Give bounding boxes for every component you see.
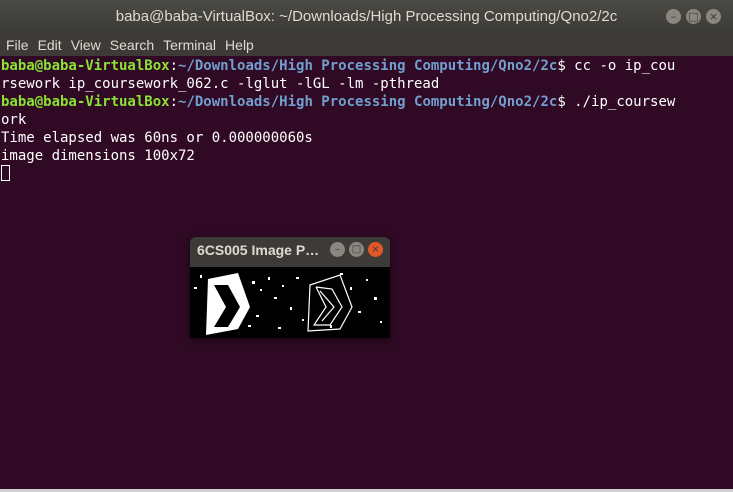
close-icon[interactable]: ×: [706, 9, 721, 24]
command-text: cc -o ip_cou: [574, 58, 676, 74]
text-cursor: [1, 165, 10, 181]
window-title: baba@baba-VirtualBox: ~/Downloads/High P…: [115, 8, 618, 25]
command-text: ./ip_coursew: [574, 94, 676, 110]
image-window[interactable]: 6CS005 Image P… – □ ×: [190, 237, 390, 338]
output-time: Time elapsed was 60ns or 0.000000060s: [1, 130, 313, 146]
command-line-1: baba@baba-VirtualBox:~/Downloads/High Pr…: [1, 58, 676, 74]
prompt-path: ~/Downloads/High Processing Computing/Qn…: [178, 94, 558, 110]
menu-help[interactable]: Help: [225, 34, 254, 56]
command-line-2-wrap: ork: [1, 112, 27, 128]
maximize-icon[interactable]: □: [349, 242, 364, 257]
menu-view[interactable]: View: [71, 34, 101, 56]
prompt-path: ~/Downloads/High Processing Computing/Qn…: [178, 58, 558, 74]
prompt-user: baba@baba-VirtualBox: [1, 58, 170, 74]
maximize-icon[interactable]: □: [686, 9, 701, 24]
prompt-user: baba@baba-VirtualBox: [1, 94, 170, 110]
menu-search[interactable]: Search: [110, 34, 154, 56]
output-dimensions: image dimensions 100x72: [1, 148, 195, 164]
image-canvas: [190, 267, 390, 338]
menu-bar: File Edit View Search Terminal Help: [0, 34, 733, 56]
menu-terminal[interactable]: Terminal: [163, 34, 216, 56]
image-window-title: 6CS005 Image P…: [197, 242, 320, 258]
menu-edit[interactable]: Edit: [38, 34, 62, 56]
processed-image: [190, 267, 390, 338]
terminal-title-bar[interactable]: baba@baba-VirtualBox: ~/Downloads/High P…: [0, 0, 733, 34]
command-line-2: baba@baba-VirtualBox:~/Downloads/High Pr…: [1, 94, 676, 110]
minimize-icon[interactable]: –: [666, 9, 681, 24]
input-line[interactable]: [0, 165, 733, 183]
minimize-icon[interactable]: –: [330, 242, 345, 257]
menu-file[interactable]: File: [6, 34, 29, 56]
command-line-1-wrap: rsework ip_coursework_062.c -lglut -lGL …: [1, 76, 440, 92]
close-icon[interactable]: ×: [368, 242, 383, 257]
